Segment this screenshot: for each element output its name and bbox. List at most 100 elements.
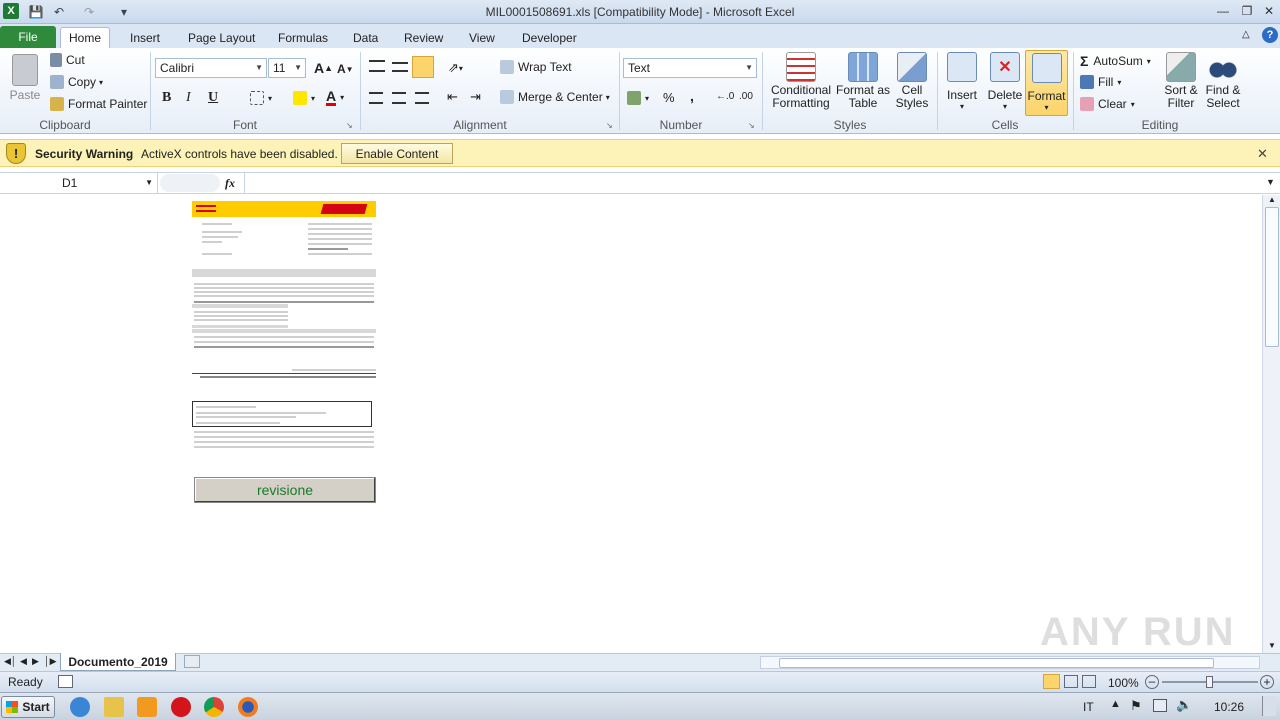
- language-indicator[interactable]: IT: [1083, 700, 1094, 714]
- network-icon[interactable]: [1153, 699, 1167, 712]
- enable-content-button[interactable]: Enable Content: [341, 143, 453, 164]
- first-sheet-arrow-icon[interactable]: ◀│: [4, 656, 17, 667]
- scroll-thumb[interactable]: [1265, 207, 1279, 347]
- increase-decimal-icon[interactable]: ←.0: [716, 91, 734, 102]
- font-color-button[interactable]: A ▾: [326, 89, 344, 106]
- minimize-ribbon-icon[interactable]: △: [1242, 29, 1250, 40]
- horizontal-scrollbar[interactable]: [760, 656, 1260, 669]
- tab-data[interactable]: Data: [345, 27, 386, 48]
- sheet-tab-active[interactable]: Documento_2019: [60, 653, 176, 671]
- volume-icon[interactable]: 🔈: [1176, 697, 1192, 713]
- invoice-image[interactable]: [192, 201, 376, 451]
- tab-review[interactable]: Review: [396, 27, 451, 48]
- shrink-font-button[interactable]: A ▼: [337, 62, 354, 76]
- align-bottom-icon[interactable]: [412, 56, 434, 78]
- tab-home[interactable]: Home: [60, 27, 111, 48]
- next-sheet-arrow-icon[interactable]: ▶: [32, 656, 39, 667]
- horizontal-scroll-thumb[interactable]: [779, 658, 1214, 668]
- bold-button[interactable]: B: [162, 90, 171, 106]
- cell-styles-button[interactable]: Cell Styles: [890, 52, 934, 110]
- zoom-slider[interactable]: [1162, 676, 1258, 688]
- increase-indent-icon[interactable]: ⇥: [470, 89, 481, 105]
- tab-file[interactable]: File: [0, 26, 56, 48]
- tab-insert[interactable]: Insert: [122, 27, 168, 48]
- find-select-button[interactable]: Find & Select: [1202, 52, 1244, 110]
- tab-developer[interactable]: Developer: [514, 27, 585, 48]
- last-sheet-arrow-icon[interactable]: │▶: [44, 656, 57, 667]
- name-box[interactable]: D1 ▼: [0, 173, 158, 193]
- font-size-combo[interactable]: 11 ▼: [268, 58, 306, 78]
- insert-function-icon[interactable]: fx: [225, 176, 235, 191]
- align-right-icon[interactable]: [415, 92, 429, 104]
- expand-formula-bar-icon[interactable]: ▼: [1266, 177, 1275, 187]
- fill-color-button[interactable]: ▾: [293, 91, 315, 105]
- clear-button[interactable]: Clear ▾: [1080, 97, 1135, 111]
- minimize-button[interactable]: —: [1212, 2, 1234, 20]
- normal-view-icon[interactable]: [1043, 674, 1060, 689]
- page-layout-view-icon[interactable]: [1064, 675, 1078, 688]
- macro-record-icon[interactable]: [58, 675, 73, 688]
- action-center-flag-icon[interactable]: ⚑: [1130, 698, 1142, 714]
- format-cells-button[interactable]: Format ▾: [1025, 50, 1068, 116]
- firefox-icon[interactable]: [238, 697, 258, 717]
- revisione-button[interactable]: revisione: [194, 477, 376, 503]
- scroll-up-arrow-icon[interactable]: ▲: [1265, 195, 1279, 205]
- close-button[interactable]: ✕: [1258, 2, 1280, 20]
- show-desktop-button[interactable]: [1262, 696, 1276, 716]
- grow-font-button[interactable]: A ▲: [314, 60, 333, 76]
- percent-button[interactable]: %: [663, 90, 675, 105]
- chrome-icon[interactable]: [204, 697, 224, 717]
- sort-filter-button[interactable]: Sort & Filter: [1160, 52, 1202, 110]
- zoom-in-icon[interactable]: +: [1260, 675, 1274, 689]
- ie-icon[interactable]: [70, 697, 90, 717]
- decrease-indent-icon[interactable]: ⇤: [447, 89, 458, 105]
- zoom-level[interactable]: 100%: [1108, 676, 1139, 690]
- merge-center-button[interactable]: Merge & Center ▾: [500, 90, 610, 104]
- media-player-icon[interactable]: [137, 697, 157, 717]
- fill-button[interactable]: Fill ▾: [1080, 75, 1121, 89]
- paste-button[interactable]: Paste: [8, 54, 42, 102]
- font-name-combo[interactable]: Calibri ▼: [155, 58, 267, 78]
- underline-button[interactable]: U: [208, 90, 218, 106]
- formula-input[interactable]: [244, 173, 1264, 193]
- cut-button[interactable]: Cut: [50, 53, 85, 67]
- explorer-folder-icon[interactable]: [104, 697, 124, 717]
- autosum-button[interactable]: Σ AutoSum ▾: [1080, 53, 1151, 69]
- accounting-format-button[interactable]: ▾: [627, 91, 649, 105]
- decrease-decimal-icon[interactable]: .00: [739, 91, 753, 102]
- close-icon[interactable]: ✕: [1257, 146, 1268, 162]
- align-left-icon[interactable]: [369, 92, 383, 104]
- number-format-combo[interactable]: Text ▼: [623, 58, 757, 78]
- vertical-scrollbar[interactable]: ▲ ▼: [1262, 195, 1280, 653]
- clock[interactable]: 10:26: [1214, 700, 1244, 714]
- prev-sheet-arrow-icon[interactable]: ◀: [20, 656, 27, 667]
- align-center-icon[interactable]: [392, 92, 406, 104]
- zoom-slider-thumb[interactable]: [1206, 676, 1213, 688]
- worksheet[interactable]: [0, 195, 1262, 653]
- orientation-button[interactable]: ⇗ ▾: [448, 60, 463, 76]
- zoom-out-icon[interactable]: –: [1145, 675, 1159, 689]
- show-hidden-icons-icon[interactable]: ▲: [1110, 698, 1121, 710]
- start-button[interactable]: Start: [1, 696, 55, 718]
- tab-view[interactable]: View: [461, 27, 503, 48]
- conditional-formatting-button[interactable]: Conditional Formatting: [766, 52, 836, 110]
- tab-page-layout[interactable]: Page Layout: [180, 27, 263, 48]
- italic-button[interactable]: I: [186, 90, 191, 106]
- help-icon[interactable]: ?: [1262, 27, 1278, 43]
- format-painter-button[interactable]: Format Painter: [50, 97, 147, 111]
- delete-cells-button[interactable]: ✕ Delete ▾: [984, 52, 1026, 111]
- alignment-dialog-launcher-icon[interactable]: ↘: [606, 121, 613, 130]
- insert-cells-button[interactable]: Insert ▾: [942, 52, 982, 111]
- comma-button[interactable]: ,: [690, 88, 694, 104]
- wrap-text-button[interactable]: Wrap Text: [500, 60, 572, 74]
- page-break-view-icon[interactable]: [1082, 675, 1096, 688]
- number-dialog-launcher-icon[interactable]: ↘: [748, 121, 755, 130]
- copy-button[interactable]: Copy ▾: [50, 75, 103, 89]
- format-as-table-button[interactable]: Format as Table: [836, 52, 890, 110]
- font-dialog-launcher-icon[interactable]: ↘: [346, 121, 353, 130]
- scroll-down-arrow-icon[interactable]: ▼: [1265, 641, 1279, 651]
- align-middle-icon[interactable]: [392, 62, 408, 72]
- tab-formulas[interactable]: Formulas: [270, 27, 336, 48]
- antivirus-icon[interactable]: [171, 697, 191, 717]
- restore-button[interactable]: ❐: [1236, 2, 1258, 20]
